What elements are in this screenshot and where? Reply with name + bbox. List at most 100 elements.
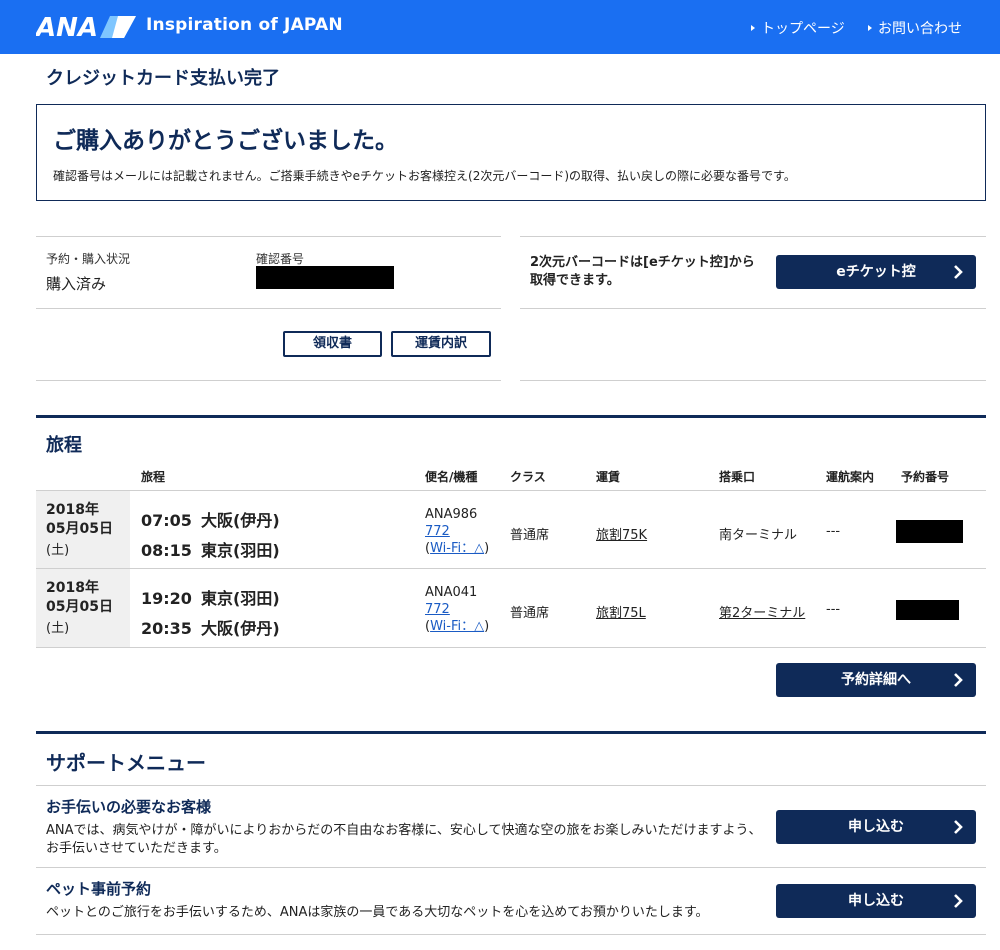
section-rule	[36, 415, 986, 418]
booking-detail-button[interactable]: 予約詳細へ	[776, 663, 976, 697]
dep-time: 19:20	[141, 589, 192, 608]
dep-time: 07:05	[141, 511, 192, 530]
confirm-number-redacted	[256, 266, 394, 289]
nav-top-page-label: トップページ	[761, 21, 845, 37]
flight-number: ANA986	[425, 507, 478, 522]
status-label: 予約・購入状況	[46, 252, 131, 266]
eticket-button-label: eチケット控	[836, 264, 916, 280]
col-fare: 運賃	[596, 470, 621, 484]
divider	[36, 934, 986, 935]
barcode-note-line1: 2次元バーコードは[eチケット控]から	[530, 255, 755, 270]
ops-info: ---	[826, 602, 841, 617]
barcode-note-line2: 取得できます。	[530, 273, 620, 288]
arr-airport: 大阪(伊丹)	[201, 619, 280, 638]
status-value: 購入済み	[46, 275, 107, 293]
section-rule	[36, 731, 986, 734]
apply-button-label: 申し込む	[848, 893, 904, 909]
col-gate: 搭乗口	[719, 470, 756, 484]
wifi-info: (Wi-Fi：△)	[425, 619, 490, 634]
logo-text: ANA	[36, 13, 98, 40]
divider	[36, 867, 986, 868]
wifi-link[interactable]: Wi-Fi：△	[430, 541, 484, 556]
fare-link[interactable]: 旅割75K	[596, 524, 647, 543]
page-title: クレジットカード支払い完了	[46, 68, 280, 89]
flight-weekday: (土)	[46, 543, 70, 558]
fare-breakdown-button[interactable]: 運賃内訳	[391, 331, 491, 357]
caret-right-icon	[868, 25, 872, 31]
divider	[520, 380, 986, 381]
flight-info: ANA986 772 (Wi-Fi：△)	[425, 506, 489, 557]
flight-info: ANA041 772 (Wi-Fi：△)	[425, 584, 489, 635]
thanks-box: ご購入ありがとうございました。 確認番号はメールには記載されません。ご搭乗手続き…	[36, 104, 986, 201]
dep-airport: 東京(羽田)	[201, 589, 280, 608]
tagline: Inspiration of JAPAN	[146, 15, 343, 35]
confirm-number-label: 確認番号	[256, 252, 305, 266]
chevron-right-icon	[954, 820, 963, 834]
chevron-right-icon	[954, 673, 963, 687]
arr-airport: 東京(羽田)	[201, 541, 280, 560]
nav-top-page[interactable]: トップページ	[751, 18, 845, 38]
apply-button-label: 申し込む	[848, 819, 904, 835]
arr-time: 20:35	[141, 619, 192, 638]
receipt-button[interactable]: 領収書	[283, 331, 382, 357]
chevron-right-icon	[954, 894, 963, 908]
seat-class: 普通席	[510, 528, 550, 543]
divider	[36, 380, 501, 381]
barcode-note: 2次元バーコードは[eチケット控]から 取得できます。	[530, 254, 755, 290]
apply-assistance-button[interactable]: 申し込む	[776, 810, 976, 844]
ops-info: ---	[826, 524, 841, 539]
divider	[520, 236, 986, 237]
apply-pet-button[interactable]: 申し込む	[776, 884, 976, 918]
arrival: 20:35 大阪(伊丹)	[141, 615, 280, 639]
table-divider	[36, 568, 986, 569]
flight-date: 2018年 05月05日	[46, 502, 113, 537]
divider	[36, 236, 501, 237]
support-title: サポートメニュー	[46, 751, 206, 775]
confirmation-note: 確認番号はメールには記載されません。ご搭乗手続きやeチケットお客様控え(2次元バ…	[53, 169, 796, 183]
site-header: ANA Inspiration of JAPAN トップページ お問い合わせ	[0, 0, 1000, 54]
booking-detail-label: 予約詳細へ	[841, 672, 911, 688]
arrival: 08:15 東京(羽田)	[141, 537, 280, 561]
nav-contact[interactable]: お問い合わせ	[868, 18, 962, 38]
caret-right-icon	[751, 25, 755, 31]
date-cell: 2018年 05月05日 (土)	[36, 491, 130, 568]
flight-number: ANA041	[425, 585, 478, 600]
col-flight: 便名/機種	[425, 470, 478, 484]
date-cell: 2018年 05月05日 (土)	[36, 569, 130, 647]
fare-link[interactable]: 旅割75L	[596, 602, 646, 621]
wifi-link[interactable]: Wi-Fi：△	[430, 619, 484, 634]
itinerary-title: 旅程	[46, 435, 82, 456]
wifi-info: (Wi-Fi：△)	[425, 541, 490, 556]
booking-number-redacted	[896, 600, 959, 620]
ana-logo[interactable]: ANA	[36, 12, 140, 40]
col-class: クラス	[510, 470, 546, 484]
col-route: 旅程	[141, 470, 166, 484]
nav-contact-label: お問い合わせ	[878, 21, 962, 37]
chevron-right-icon	[954, 265, 963, 279]
dep-airport: 大阪(伊丹)	[201, 511, 280, 530]
support-item-text: ペットとのご旅行をお手伝いするため、ANAは家族の一員である大切なペットを心を込…	[46, 905, 709, 920]
aircraft-link[interactable]: 772	[425, 523, 489, 540]
support-item-heading: お手伝いの必要なお客様	[46, 798, 212, 816]
col-booking: 予約番号	[901, 470, 950, 484]
support-item-text: ANAでは、病気やけが・障がいによりおからだの不自由なお客様に、安心して快適な空…	[46, 823, 762, 856]
departure: 19:20 東京(羽田)	[141, 585, 280, 609]
flight-weekday: (土)	[46, 621, 70, 636]
aircraft-link[interactable]: 772	[425, 601, 489, 618]
eticket-button[interactable]: eチケット控	[776, 255, 976, 289]
seat-class: 普通席	[510, 606, 550, 621]
table-divider	[36, 647, 986, 648]
table-divider	[36, 490, 986, 491]
departure: 07:05 大阪(伊丹)	[141, 507, 280, 531]
divider	[36, 308, 501, 309]
divider	[36, 785, 986, 786]
boarding-gate-link[interactable]: 第2ターミナル	[719, 602, 805, 621]
booking-number-redacted	[896, 520, 963, 543]
thanks-heading: ご購入ありがとうございました。	[53, 128, 398, 154]
divider	[520, 308, 986, 309]
col-ops: 運航案内	[826, 470, 875, 484]
boarding-gate: 南ターミナル	[719, 528, 798, 543]
arr-time: 08:15	[141, 541, 192, 560]
flight-date: 2018年 05月05日	[46, 580, 113, 615]
support-item-heading: ペット事前予約	[46, 880, 152, 898]
